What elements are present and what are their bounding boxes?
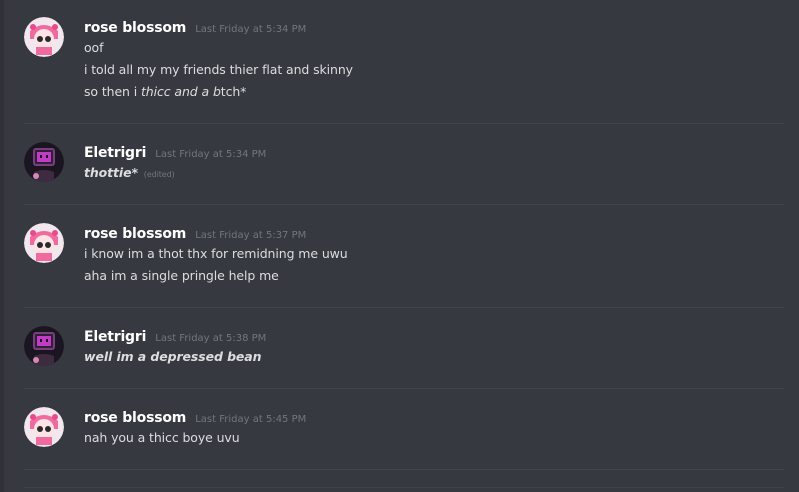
message-timestamp: Last Friday at 5:34 PM [195,24,307,35]
message-text-bold-italic: thottie* [84,165,138,180]
message-text: oof [84,40,104,55]
tv-head-character-avatar[interactable] [24,142,64,182]
channel-edge [0,0,4,492]
message-divider [24,469,784,470]
message-divider [24,487,784,488]
chat-messages: rose blossom Last Friday at 5:34 PM oof … [0,0,799,492]
tv-head-character-avatar[interactable] [24,326,64,366]
message-timestamp: Last Friday at 5:34 PM [155,149,267,160]
pink-anime-girl-avatar[interactable] [24,407,64,447]
message-text: so then i thicc and a btch* [84,81,784,103]
pink-anime-girl-avatar[interactable] [24,223,64,263]
message-text: thottie* (edited) [84,162,784,186]
message-text-italic: thicc and a b [141,84,221,99]
message-divider [24,307,784,308]
message-text-segment: tch* [220,84,247,99]
edited-label: (edited) [143,170,175,179]
message-text-bold-italic: well im a depressed bean [84,349,262,364]
message-author[interactable]: Eletrigri [84,329,146,345]
message-text: nah you a thicc boye uvu [84,430,240,445]
message-text: well im a depressed bean [84,346,784,368]
message-timestamp: Last Friday at 5:38 PM [155,333,267,344]
message-text: i told all my my friends thier flat and … [84,62,353,77]
message-divider [24,123,784,124]
pink-anime-girl-avatar[interactable] [24,17,64,57]
message-author[interactable]: rose blossom [84,20,186,36]
message-author[interactable]: rose blossom [84,226,186,242]
message-author[interactable]: Eletrigri [84,145,146,161]
message-text-segment: so then i [84,84,141,99]
message-divider [24,204,784,205]
message-divider [24,388,784,389]
message-timestamp: Last Friday at 5:37 PM [195,230,307,241]
message-timestamp: Last Friday at 5:45 PM [195,414,307,425]
message-text: i know im a thot thx for remidning me uw… [84,246,348,261]
message-text: aha im a single pringle help me [84,268,279,283]
message-author[interactable]: rose blossom [84,410,186,426]
